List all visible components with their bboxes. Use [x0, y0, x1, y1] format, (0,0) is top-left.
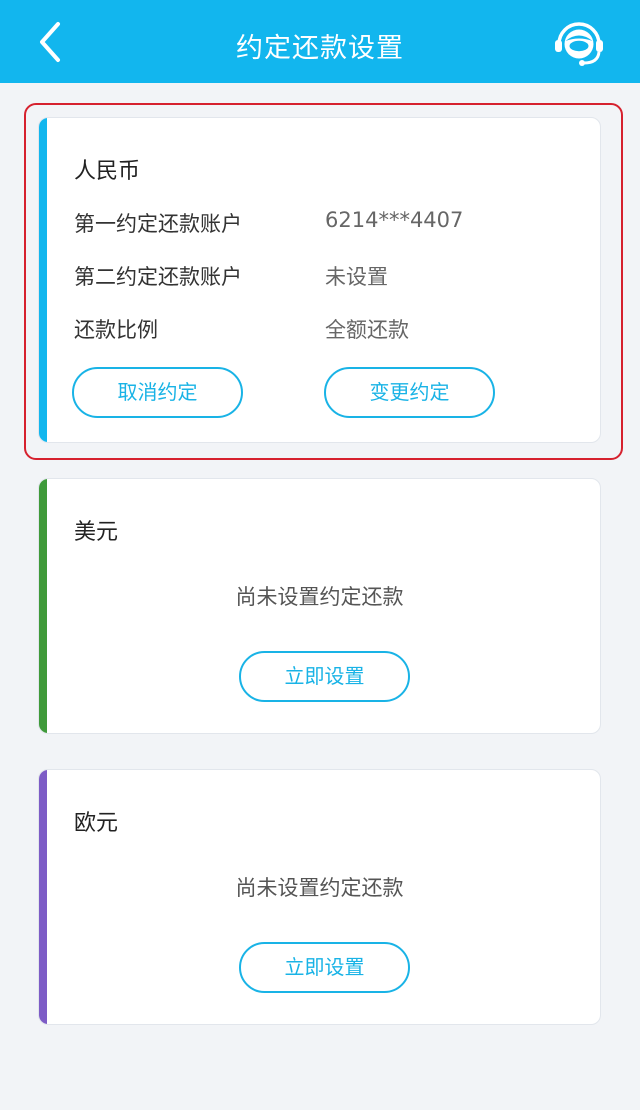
repayment-ratio-value: 全额还款 [325, 318, 409, 342]
first-account-label: 第一约定还款账户 [74, 212, 242, 236]
card-eur: 欧元 尚未设置约定还款 立即设置 [38, 769, 601, 1025]
header-bar: 约定还款设置 [0, 0, 640, 83]
setup-now-button[interactable]: 立即设置 [239, 942, 410, 993]
second-account-value: 未设置 [325, 265, 388, 289]
change-agreement-button[interactable]: 变更约定 [324, 367, 495, 418]
currency-label: 美元 [74, 520, 119, 545]
setup-now-button[interactable]: 立即设置 [239, 651, 410, 702]
second-account-label: 第二约定还款账户 [74, 265, 242, 289]
card-rmb: 人民币 第一约定还款账户 6214***4407 第二约定还款账户 未设置 还款… [38, 117, 601, 443]
repayment-ratio-label: 还款比例 [74, 318, 158, 342]
not-set-message: 尚未设置约定还款 [235, 876, 404, 900]
first-account-value: 6214***4407 [325, 208, 464, 232]
currency-label: 人民币 [74, 159, 141, 184]
card-usd: 美元 尚未设置约定还款 立即设置 [38, 478, 601, 734]
not-set-message: 尚未设置约定还款 [235, 585, 404, 609]
page-title: 约定还款设置 [236, 33, 404, 64]
customer-service-button[interactable] [552, 19, 606, 69]
customer-service-headset-icon [555, 22, 603, 66]
cancel-agreement-button[interactable]: 取消约定 [72, 367, 243, 418]
card-accent-bar [39, 118, 47, 442]
currency-label: 欧元 [74, 811, 119, 836]
